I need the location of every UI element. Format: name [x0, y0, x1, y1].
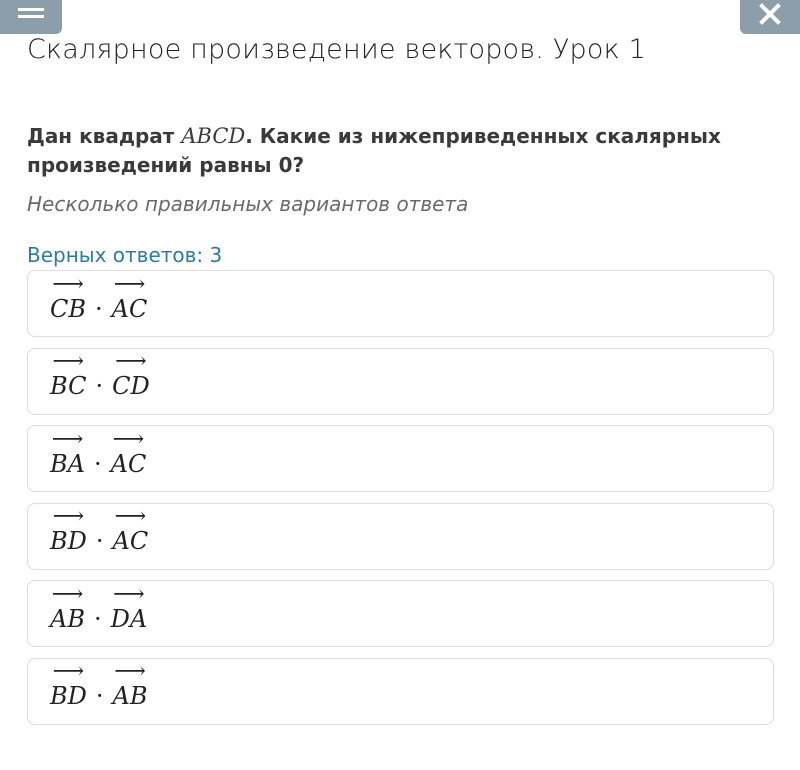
answer-option[interactable]: ⟶ BD · ⟶ AC [27, 502, 774, 570]
vector-2: ⟶ AC [112, 506, 149, 556]
question-math: ABCD [181, 124, 246, 148]
vector-1: ⟶ BA [50, 428, 85, 478]
vector-arrow-icon: ⟶ [52, 271, 84, 297]
vector-label: AC [110, 449, 147, 478]
vector-1: ⟶ BD [50, 506, 87, 556]
correct-count: Верных ответов: 3 [27, 243, 223, 267]
dot-operator: · [95, 527, 104, 555]
vector-arrow-icon: ⟶ [51, 426, 84, 452]
answer-hint: Несколько правильных вариантов ответа [27, 192, 469, 216]
vector-label: DA [110, 604, 148, 633]
vector-label: AC [112, 527, 149, 555]
vector-1: ⟶ BD [50, 661, 87, 711]
vector-label: BD [50, 527, 87, 555]
question-prefix: Дан квадрат [27, 124, 182, 148]
option-expression: ⟶ AB · ⟶ DA [50, 583, 148, 633]
dot-operator: · [95, 682, 104, 710]
answer-option[interactable]: ⟶ AB · ⟶ DA [27, 580, 774, 647]
dot-operator: · [93, 604, 102, 633]
vector-arrow-icon: ⟶ [52, 349, 84, 374]
vector-label: BC [50, 372, 87, 400]
vector-arrow-icon: ⟶ [114, 659, 146, 684]
dot-operator: · [95, 294, 103, 323]
answer-option[interactable]: ⟶ BD · ⟶ AB [27, 657, 774, 725]
vector-1: ⟶ CB [50, 273, 86, 323]
vector-arrow-icon: ⟶ [51, 581, 84, 607]
vector-label: BA [50, 449, 85, 478]
close-icon [759, 3, 781, 25]
vector-2: ⟶ AC [111, 273, 148, 323]
option-expression: ⟶ BD · ⟶ AC [50, 506, 149, 556]
vector-label: AB [112, 682, 148, 710]
vector-arrow-icon: ⟶ [113, 271, 146, 297]
vector-arrow-icon: ⟶ [52, 659, 85, 684]
dot-operator: · [93, 449, 102, 478]
vector-label: CB [50, 294, 86, 323]
option-expression: ⟶ CB · ⟶ AC [50, 273, 148, 323]
answer-options: ⟶ CB · ⟶ AC ⟶ BC · ⟶ CD ⟶ BA · ⟶ AC ⟶ BD · ⟶ AC … [27, 270, 774, 735]
vector-label: CD [112, 372, 150, 400]
vector-2: ⟶ AB [112, 661, 148, 711]
close-button[interactable] [740, 0, 800, 34]
dot-operator: · [95, 372, 104, 400]
hamburger-menu-icon [18, 8, 44, 18]
option-expression: ⟶ BD · ⟶ AB [50, 661, 148, 711]
vector-label: AC [111, 294, 148, 323]
vector-label: AB [50, 604, 85, 633]
vector-2: ⟶ CD [112, 351, 150, 401]
vector-2: ⟶ AC [110, 428, 147, 478]
vector-2: ⟶ DA [110, 583, 148, 633]
answer-option[interactable]: ⟶ BC · ⟶ CD [27, 347, 774, 415]
vector-arrow-icon: ⟶ [115, 349, 147, 374]
vector-1: ⟶ AB [50, 583, 85, 633]
vector-arrow-icon: ⟶ [113, 581, 145, 607]
vector-label: BD [50, 682, 87, 710]
menu-button[interactable] [0, 0, 62, 34]
answer-option[interactable]: ⟶ CB · ⟶ AC [27, 270, 774, 337]
question-text: Дан квадрат ABCD. Какие из нижеприведенн… [27, 122, 767, 180]
page-title: Скалярное произведение векторов. Урок 1 [27, 34, 646, 65]
vector-arrow-icon: ⟶ [112, 426, 145, 452]
option-expression: ⟶ BA · ⟶ AC [50, 428, 147, 478]
vector-arrow-icon: ⟶ [52, 504, 85, 529]
vector-arrow-icon: ⟶ [114, 504, 147, 529]
vector-1: ⟶ BC [50, 351, 87, 401]
option-expression: ⟶ BC · ⟶ CD [50, 351, 150, 401]
answer-option[interactable]: ⟶ BA · ⟶ AC [27, 425, 774, 492]
